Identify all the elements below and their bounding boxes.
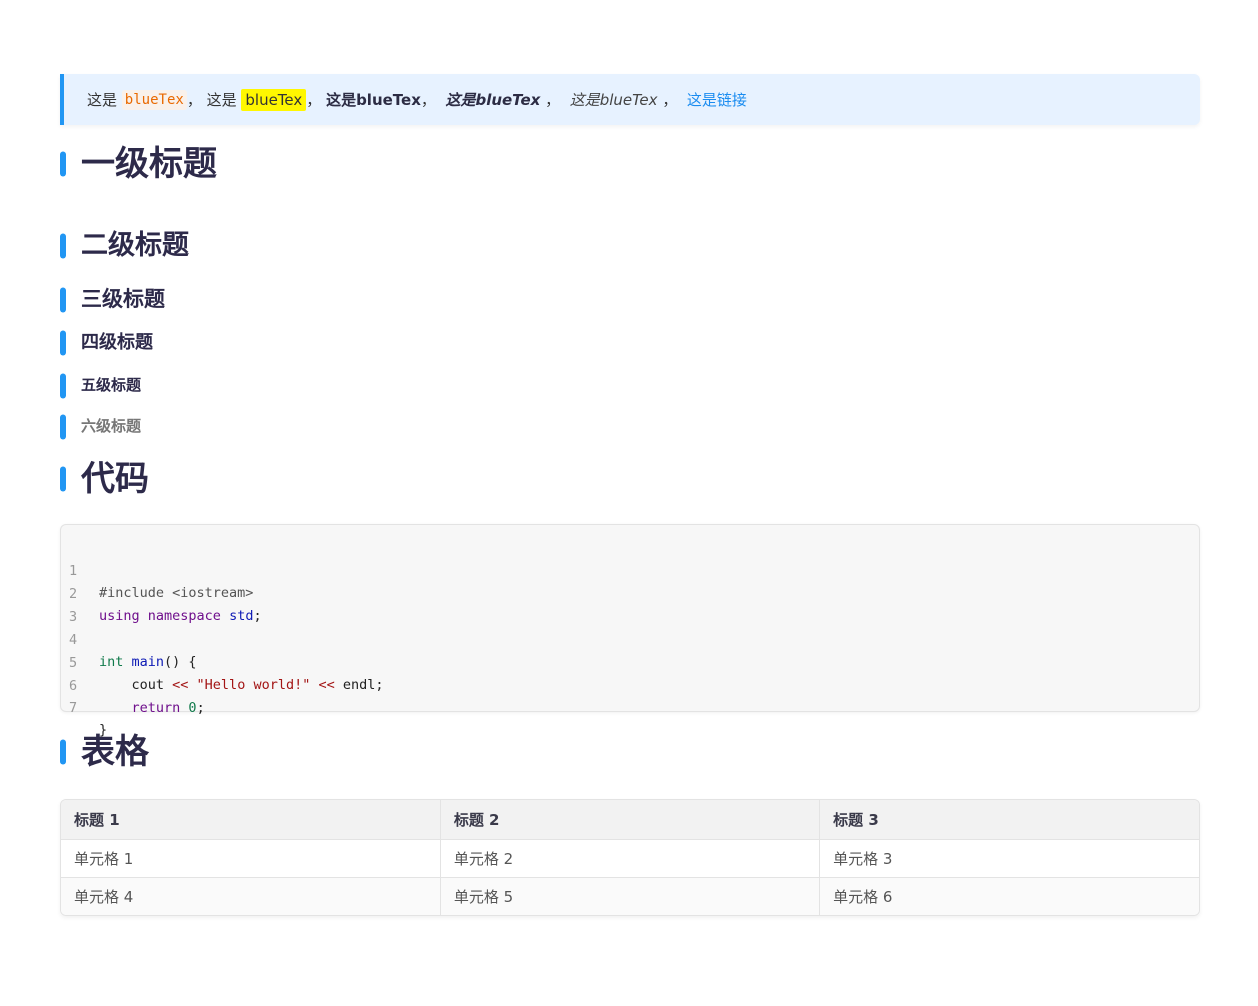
code-keyword: return (131, 700, 181, 716)
code-line: 5 cout << "Hello world!" << endl; (61, 630, 384, 693)
inline-code: blueTex (121, 89, 187, 110)
line-number: 7 (69, 700, 78, 716)
quote-sep-5: ， (662, 91, 678, 109)
code-number: 0 (180, 700, 197, 716)
table-row: 单元格 4 单元格 5 单元格 6 (61, 877, 1199, 915)
code-ident: endl; (334, 677, 384, 693)
code-function: main (131, 654, 165, 670)
bold-italic-text: 这是blueTex (445, 91, 541, 109)
heading-5: 五级标题 (60, 378, 141, 393)
code-punct: () { (164, 654, 197, 670)
heading-6: 六级标题 (60, 419, 141, 434)
blockquote: 这是 blueTex， 这是 blueTex， 这是blueTex， 这是blu… (60, 74, 1200, 125)
code-line: 6 return 0; (61, 653, 205, 716)
heading-1: 一级标题 (60, 147, 217, 181)
table-cell: 单元格 2 (440, 839, 821, 878)
code-text: cout << "Hello world!" << endl; (99, 674, 384, 696)
quote-sep-2: ， (306, 91, 322, 109)
table-cell: 单元格 1 (61, 839, 441, 878)
code-punct: ; (196, 700, 205, 716)
table-cell: 单元格 4 (61, 877, 441, 915)
table-row: 单元格 1 单元格 2 单元格 3 (61, 839, 1199, 878)
code-string: "Hello world!" (188, 677, 319, 693)
quote-sep-3: ， (420, 91, 436, 109)
highlight-text: blueTex (241, 88, 307, 111)
italic-text: 这是blueTex (569, 91, 658, 109)
quote-sep-4: ， (545, 91, 561, 109)
column-header: 标题 1 (61, 800, 441, 840)
code-line: 2 using namespace std; (61, 561, 262, 624)
code-operator: << (318, 677, 335, 693)
data-table: 标题 1 标题 2 标题 3 单元格 1 单元格 2 单元格 3 单元格 4 单… (60, 799, 1200, 916)
column-header: 标题 2 (440, 800, 821, 840)
code-keyword: namespace (147, 608, 221, 624)
code-line: 3 (61, 584, 126, 625)
quote-text-1: 这是 (87, 91, 118, 109)
code-line: 1 #include <iostream> (61, 538, 253, 601)
code-operator: << (172, 677, 189, 693)
code-line: 7 } (61, 675, 126, 738)
table-cell: 单元格 6 (819, 877, 1199, 915)
table-cell: 单元格 3 (819, 839, 1199, 878)
code-namespace: std (229, 608, 254, 624)
heading-3: 三级标题 (60, 289, 165, 310)
table-cell: 单元格 5 (440, 877, 821, 915)
document-page: 这是 blueTex， 这是 blueTex， 这是blueTex， 这是blu… (0, 0, 1258, 1006)
bold-text: 这是blueTex (326, 91, 421, 109)
column-header: 标题 3 (819, 800, 1199, 840)
quote-sep-1: ， 这是 (186, 91, 237, 109)
table: 标题 1 标题 2 标题 3 单元格 1 单元格 2 单元格 3 单元格 4 单… (61, 800, 1199, 915)
table-header-row: 标题 1 标题 2 标题 3 (61, 800, 1199, 840)
heading-table: 表格 (60, 735, 149, 769)
heading-code: 代码 (60, 462, 149, 496)
link[interactable]: 这是链接 (687, 89, 747, 110)
code-punct: ; (253, 608, 262, 624)
code-line: 4 int main() { (61, 607, 197, 670)
heading-4: 四级标题 (60, 334, 153, 352)
code-block: 1 #include <iostream> 2 using namespace … (60, 524, 1200, 738)
heading-2: 二级标题 (60, 232, 189, 259)
